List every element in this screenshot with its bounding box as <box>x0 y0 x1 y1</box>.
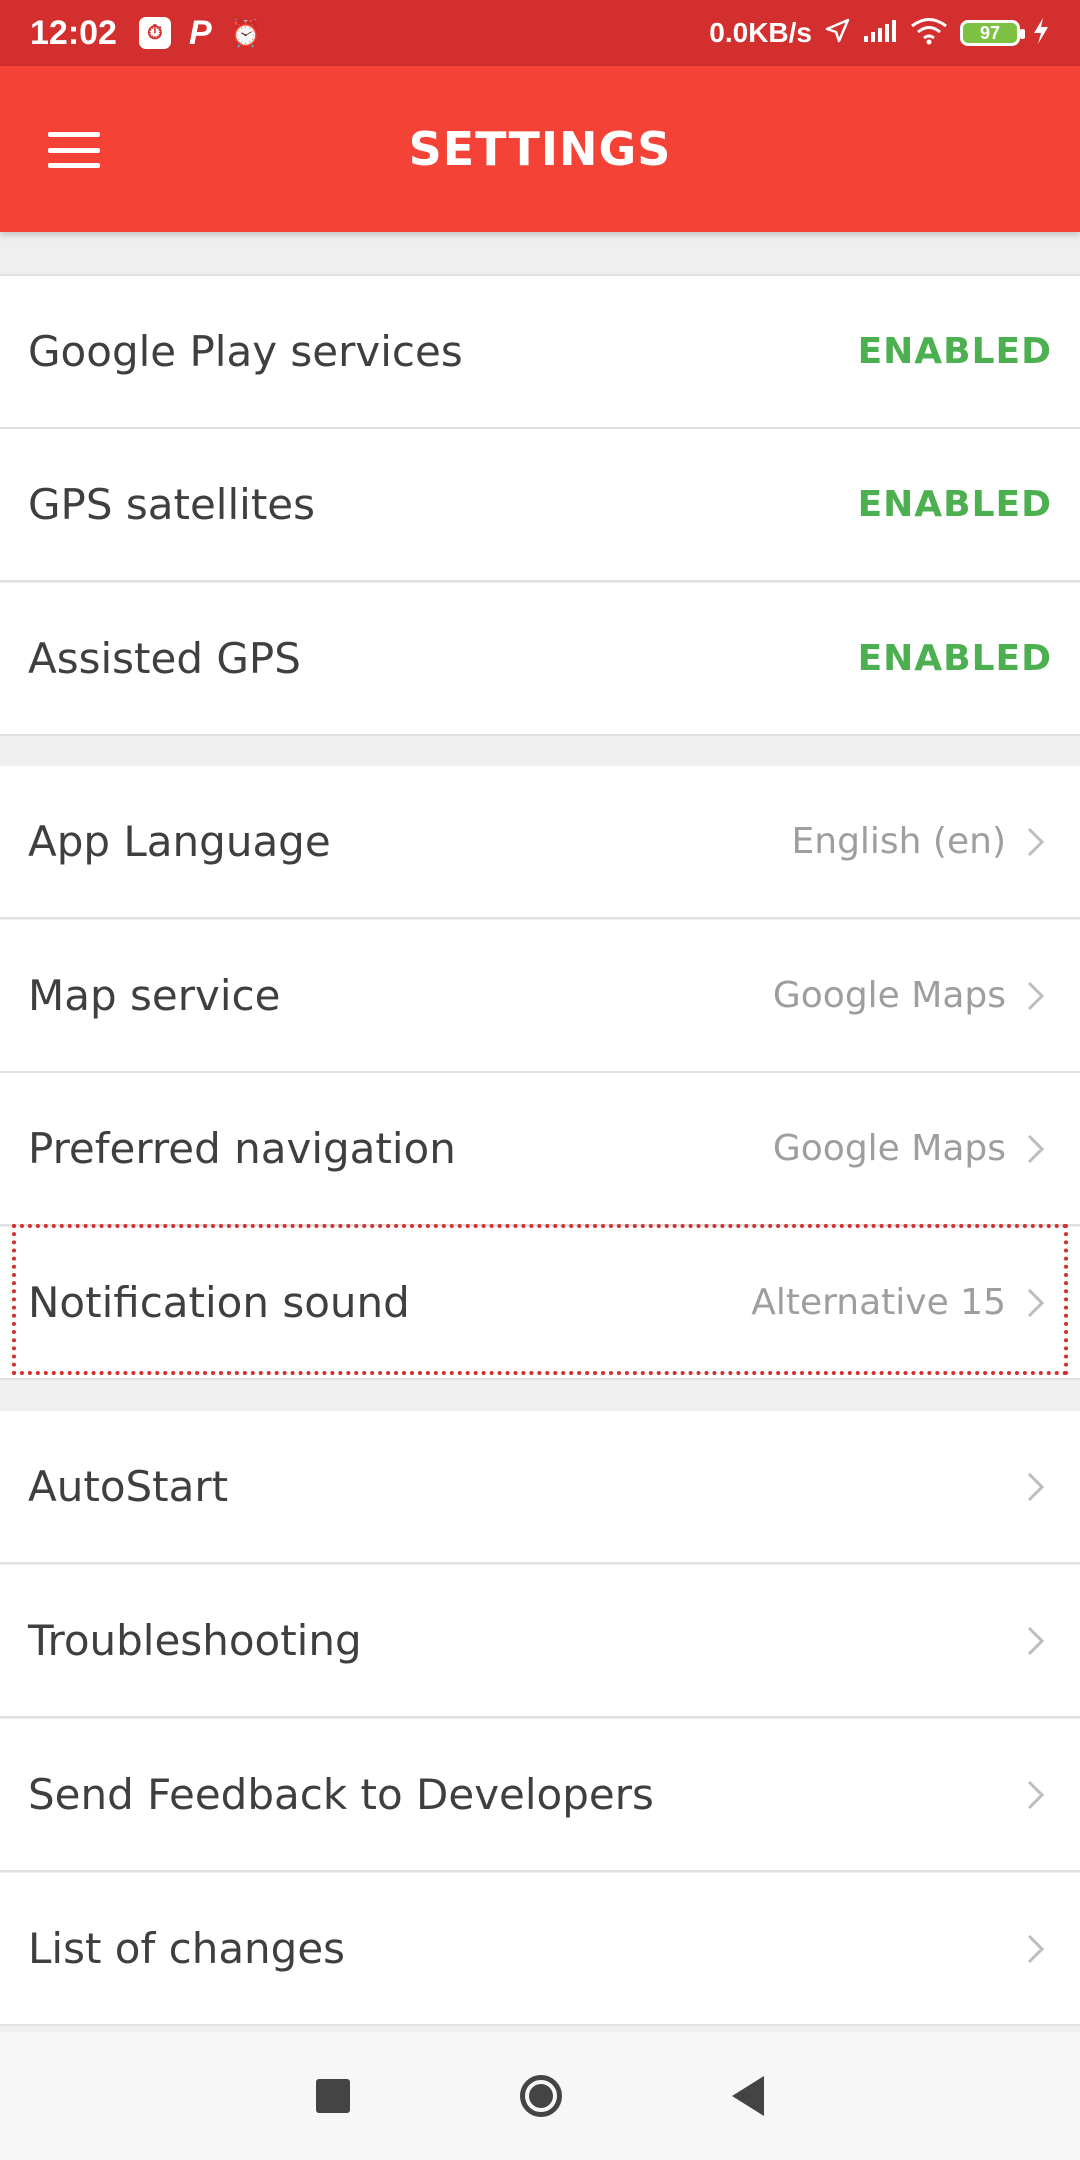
back-triangle-icon[interactable] <box>732 2076 764 2116</box>
stopwatch-app-icon: ⏱ <box>138 17 171 49</box>
chevron-right-icon <box>1020 1779 1052 1811</box>
settings-row-list-of-changes[interactable]: List of changes <box>0 1873 1080 2026</box>
row-label: Google Play services <box>28 327 463 376</box>
row-value: English (en) <box>791 821 1007 862</box>
wifi-icon <box>910 17 948 50</box>
chevron-right-icon <box>1020 1625 1052 1657</box>
battery-icon: 97 <box>960 20 1025 46</box>
chevron-right-icon <box>1020 1471 1052 1503</box>
settings-row-assisted-gps[interactable]: Assisted GPS ENABLED <box>0 583 1080 736</box>
recents-square-icon[interactable] <box>316 2079 350 2113</box>
row-label: Troubleshooting <box>28 1616 362 1665</box>
row-value: Google Maps <box>772 975 1006 1016</box>
signal-icon <box>862 18 898 49</box>
hamburger-menu-icon[interactable] <box>48 132 100 168</box>
status-time: 12:02 <box>30 13 117 52</box>
location-arrow-icon <box>824 18 850 49</box>
status-right-icons: 0.0KB/s 97 <box>709 17 1050 50</box>
status-bar: 12:02 ⏱ P ⏰ 0.0KB/s 97 <box>0 0 1080 66</box>
chevron-right-icon <box>1020 980 1052 1012</box>
row-label: Assisted GPS <box>28 634 301 683</box>
home-circle-icon[interactable] <box>520 2075 562 2117</box>
row-label: GPS satellites <box>28 480 316 529</box>
status-enabled: ENABLED <box>857 484 1052 525</box>
settings-row-app-language[interactable]: App Language English (en) <box>0 766 1080 919</box>
page-title: SETTINGS <box>408 122 672 176</box>
row-label: Preferred navigation <box>28 1124 456 1173</box>
app-bar: SETTINGS <box>0 66 1080 232</box>
row-label: AutoStart <box>28 1462 229 1511</box>
charging-bolt-icon <box>1032 17 1050 50</box>
settings-row-notification-sound[interactable]: Notification sound Alternative 15 <box>0 1227 1080 1380</box>
status-enabled: ENABLED <box>857 638 1052 679</box>
settings-row-troubleshooting[interactable]: Troubleshooting <box>0 1565 1080 1718</box>
row-label: Send Feedback to Developers <box>28 1770 654 1819</box>
settings-row-google-play-services[interactable]: Google Play services ENABLED <box>0 276 1080 429</box>
alarm-icon: ⏰ <box>229 17 263 48</box>
row-label: List of changes <box>28 1924 346 1973</box>
parking-icon: P <box>188 13 212 52</box>
settings-row-preferred-navigation[interactable]: Preferred navigation Google Maps <box>0 1073 1080 1226</box>
chevron-right-icon <box>1020 1287 1052 1319</box>
settings-row-send-feedback[interactable]: Send Feedback to Developers <box>0 1719 1080 1872</box>
row-label: Map service <box>28 971 281 1020</box>
status-enabled: ENABLED <box>857 331 1052 372</box>
system-nav-bar <box>0 2032 1080 2160</box>
chevron-right-icon <box>1020 826 1052 858</box>
network-rate: 0.0KB/s <box>709 17 812 48</box>
settings-row-map-service[interactable]: Map service Google Maps <box>0 920 1080 1073</box>
chevron-right-icon <box>1020 1133 1052 1165</box>
status-left-icons: ⏱ P ⏰ <box>138 13 263 53</box>
settings-row-gps-satellites[interactable]: GPS satellites ENABLED <box>0 429 1080 582</box>
chevron-right-icon <box>1020 1933 1052 1965</box>
row-value: Google Maps <box>772 1128 1006 1169</box>
row-value: Alternative 15 <box>751 1282 1006 1323</box>
row-label: Notification sound <box>28 1278 410 1327</box>
row-label: App Language <box>28 817 331 866</box>
settings-row-autostart[interactable]: AutoStart <box>0 1411 1080 1564</box>
